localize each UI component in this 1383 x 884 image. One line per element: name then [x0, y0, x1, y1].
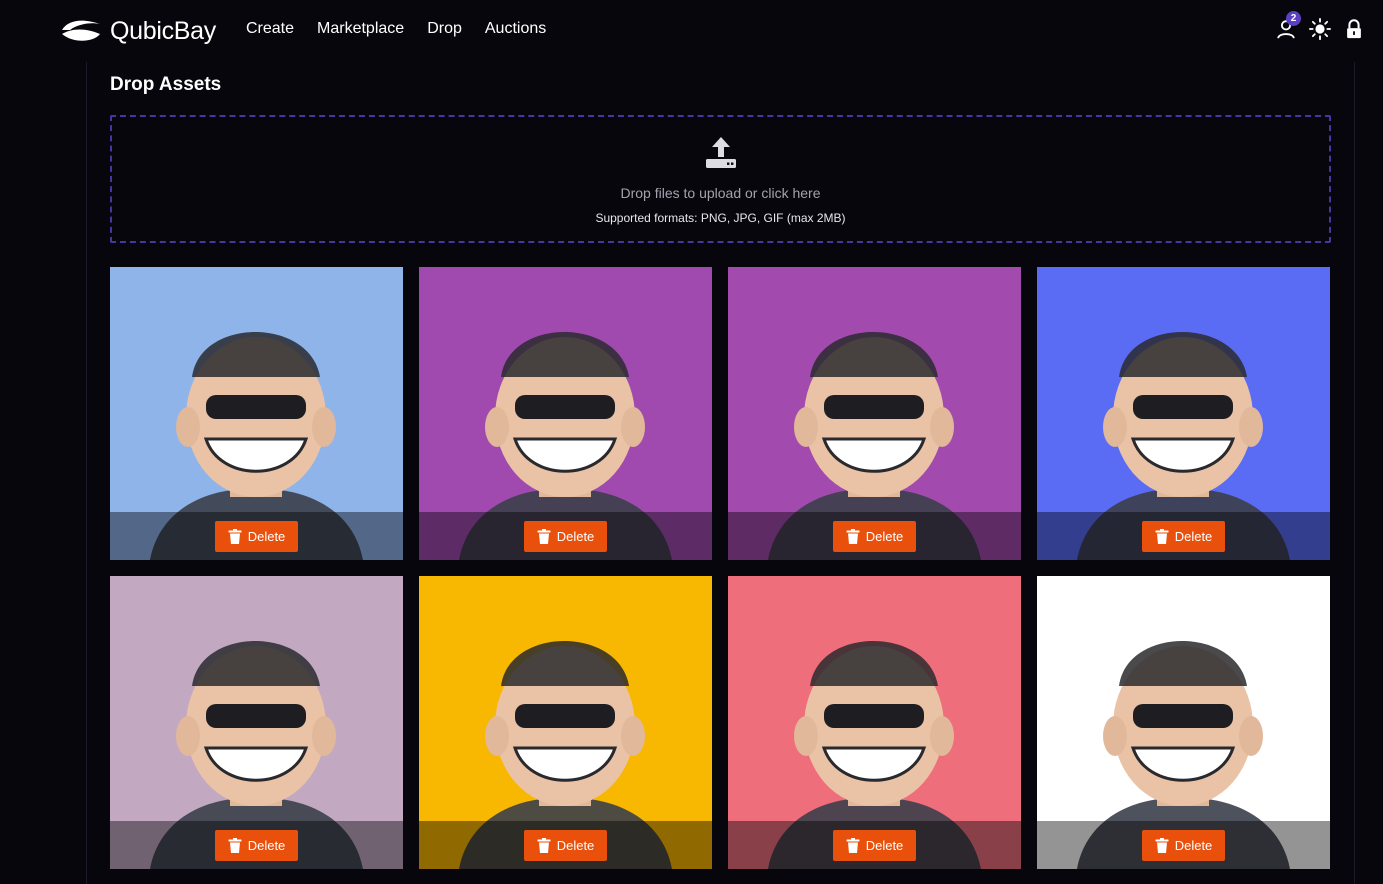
trash-icon — [228, 528, 242, 544]
delete-label: Delete — [247, 528, 286, 544]
trash-icon — [537, 528, 551, 544]
asset-card: Delete — [110, 267, 403, 560]
delete-label: Delete — [1174, 528, 1213, 544]
card-action-bar: Delete — [419, 821, 712, 869]
upload-dropzone[interactable]: Drop files to upload or click here Suppo… — [110, 115, 1331, 243]
delete-label: Delete — [865, 528, 904, 544]
trash-icon — [1155, 528, 1169, 544]
card-action-bar: Delete — [419, 512, 712, 560]
asset-card: Delete — [419, 576, 712, 869]
dropzone-text: Drop files to upload or click here — [620, 185, 821, 201]
delete-button[interactable]: Delete — [1142, 520, 1225, 552]
lock-button[interactable] — [1341, 14, 1367, 44]
delete-label: Delete — [1174, 837, 1213, 853]
delete-label: Delete — [556, 528, 595, 544]
asset-card: Delete — [419, 267, 712, 560]
card-action-bar: Delete — [1037, 821, 1330, 869]
brand-logo[interactable]: QubicBay — [60, 14, 216, 48]
asset-card: Delete — [110, 576, 403, 869]
asset-card: Delete — [728, 267, 1021, 560]
card-action-bar: Delete — [110, 821, 403, 869]
asset-grid: Delete Delete Delete Delete Delete Delet… — [110, 267, 1330, 869]
card-action-bar: Delete — [728, 512, 1021, 560]
trash-icon — [537, 837, 551, 853]
delete-label: Delete — [556, 837, 595, 853]
wave-logo-icon — [62, 20, 100, 41]
trash-icon — [846, 837, 860, 853]
trash-icon — [1155, 837, 1169, 853]
notification-badge: 2 — [1286, 11, 1301, 26]
asset-card: Delete — [1037, 576, 1330, 869]
delete-button[interactable]: Delete — [1142, 829, 1225, 861]
card-action-bar: Delete — [110, 512, 403, 560]
trash-icon — [846, 528, 860, 544]
top-navbar: QubicBay Create Marketplace Drop Auction… — [0, 0, 1383, 62]
nav-create[interactable]: Create — [246, 20, 294, 38]
asset-card: Delete — [1037, 267, 1330, 560]
nav-auctions[interactable]: Auctions — [485, 20, 546, 38]
page-title: Drop Assets — [110, 74, 222, 95]
nav-marketplace[interactable]: Marketplace — [317, 20, 404, 38]
nav-actions: 2 — [1273, 11, 1367, 44]
asset-card: Delete — [728, 576, 1021, 869]
nav-drop[interactable]: Drop — [427, 20, 462, 38]
user-button[interactable]: 2 — [1273, 11, 1301, 44]
delete-button[interactable]: Delete — [215, 520, 298, 552]
delete-label: Delete — [865, 837, 904, 853]
card-action-bar: Delete — [1037, 512, 1330, 560]
dropzone-formats: Supported formats: PNG, JPG, GIF (max 2M… — [595, 211, 846, 225]
trash-icon — [228, 837, 242, 853]
main-nav: Create Marketplace Drop Auctions — [246, 20, 546, 38]
delete-button[interactable]: Delete — [524, 829, 607, 861]
delete-button[interactable]: Delete — [833, 829, 916, 861]
theme-toggle-button[interactable] — [1307, 14, 1333, 44]
delete-button[interactable]: Delete — [833, 520, 916, 552]
upload-icon — [705, 137, 736, 168]
delete-label: Delete — [247, 837, 286, 853]
card-action-bar: Delete — [728, 821, 1021, 869]
lock-icon — [1347, 19, 1361, 39]
delete-button[interactable]: Delete — [524, 520, 607, 552]
delete-button[interactable]: Delete — [215, 829, 298, 861]
sun-icon — [1309, 18, 1331, 40]
brand-name: QubicBay — [110, 16, 216, 45]
